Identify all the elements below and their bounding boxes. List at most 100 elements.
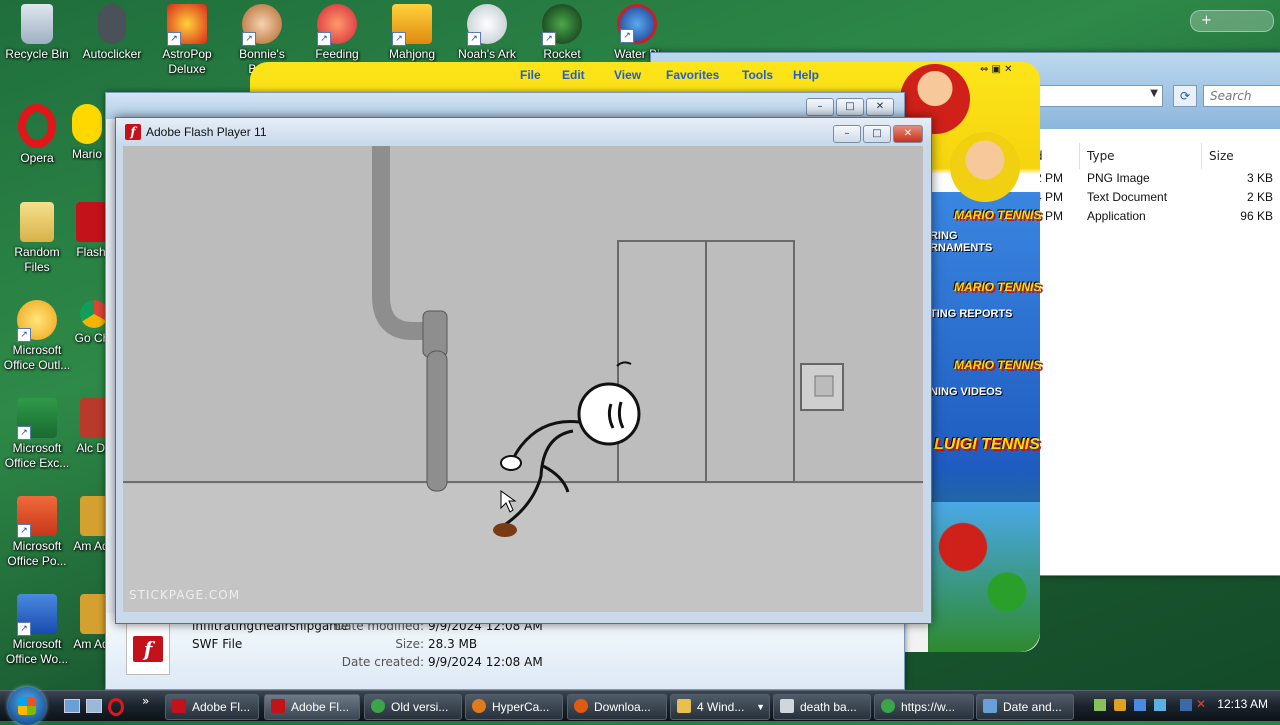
desktop-icon-word[interactable]: ↗ Microsoft Office Wo... [0, 594, 74, 667]
water-icon: ↗ [617, 4, 657, 44]
game-stage[interactable]: STICKPAGE.COM [123, 146, 923, 612]
refresh-icon[interactable]: ⟳ [1173, 85, 1197, 107]
tile-caption: TING REPORTS [930, 308, 1013, 320]
desktop-icon-astropop[interactable]: ↗ AstroPop Deluxe [150, 4, 224, 77]
flash-icon [271, 699, 285, 713]
tray-app-icon[interactable] [1094, 699, 1106, 711]
desktop-icon-label: AstroPop Deluxe [162, 47, 212, 76]
desktop-icon-label: Opera [20, 151, 54, 165]
menu-file[interactable]: File [520, 68, 541, 82]
file-row[interactable]: 2 PM PNG Image 3 KB [1035, 171, 1280, 189]
menu-view[interactable]: View [614, 68, 641, 82]
size-label: Size: [395, 637, 424, 651]
stickpage-watermark: STICKPAGE.COM [129, 588, 241, 602]
taskbar-button-label: 4 Wind... [697, 700, 745, 714]
taskbar-button-label: Old versi... [391, 700, 449, 714]
close-button[interactable]: ✕ [893, 125, 923, 143]
desktop-icon-label: Microsoft Office Exc... [4, 441, 70, 470]
taskbar: » Adobe Fl... Adobe Fl... Old versi... H… [0, 687, 1280, 725]
gadget-controls[interactable]: + [1190, 10, 1274, 32]
menu-tile[interactable]: MARIO TENNIS RING RNAMENTS [930, 202, 1042, 272]
taskbar-button-windows-group[interactable]: 4 Wind... ▼ [670, 694, 770, 720]
tray-app-icon[interactable] [1134, 699, 1146, 711]
desktop-icon-label: Rocket [543, 47, 581, 61]
rocket-icon: ↗ [542, 4, 582, 46]
desktop-icon-mahjong[interactable]: ↗ Mahjong [375, 4, 449, 62]
shortcut-arrow-icon: ↗ [17, 622, 31, 636]
mario-window-controls[interactable]: ⇔ ▣ ✕ [980, 64, 1028, 76]
opera-icon[interactable] [108, 698, 124, 716]
opera-icon [18, 104, 56, 148]
show-desktop-icon[interactable] [64, 699, 80, 713]
desktop-icon-noahs-ark[interactable]: ↗ Noah's Ark [450, 4, 524, 62]
menu-tile[interactable]: MARIO TENNIS TING REPORTS [930, 274, 1042, 344]
menu-favorites[interactable]: Favorites [666, 68, 719, 82]
maximize-button[interactable]: □ [863, 125, 891, 143]
size-value: 28.3 MB [428, 637, 478, 651]
taskbar-button-date-and[interactable]: Date and... [976, 694, 1074, 720]
tray-app-icon[interactable] [1154, 699, 1166, 711]
file-window-titlebar: – □ ✕ [106, 93, 904, 119]
desktop-icon-autoclicker[interactable]: Autoclicker [75, 4, 149, 62]
desktop-icon-feeding[interactable]: ↗ Feeding [300, 4, 374, 62]
powerpoint-icon: ↗ [17, 496, 57, 538]
tile-logo: MARIO TENNIS [954, 208, 1042, 222]
shortcut-arrow-icon: ↗ [620, 29, 634, 43]
taskbar-button-downloads[interactable]: Downloa... [567, 694, 667, 720]
windows-logo-icon [18, 697, 36, 715]
taskbar-button-https[interactable]: https://w... [874, 694, 974, 720]
column-header-type[interactable]: Type [1087, 145, 1115, 167]
desktop-icon-outlook[interactable]: ↗ Microsoft Office Outl... [0, 300, 74, 373]
switch-windows-icon[interactable] [86, 699, 102, 713]
maximize-button[interactable]: □ [836, 98, 864, 116]
mouse-icon [98, 4, 126, 44]
bonnie-icon: ↗ [242, 4, 282, 46]
taskbar-button-hypercam[interactable]: HyperCa... [465, 694, 563, 720]
minimize-button[interactable]: – [833, 125, 861, 143]
taskbar-button-flash-1[interactable]: Adobe Fl... [165, 694, 259, 720]
window-title: Adobe Flash Player 11 [146, 125, 267, 139]
flash-player-window[interactable]: f Adobe Flash Player 11 – □ ✕ STICKPAGE.… [115, 117, 932, 624]
taskbar-button-label: Adobe Fl... [192, 700, 251, 714]
add-gadget-icon[interactable]: + [1201, 11, 1212, 30]
menu-help[interactable]: Help [793, 68, 819, 82]
column-separator [1201, 143, 1202, 169]
taskbar-button-flash-2[interactable]: Adobe Fl... [264, 694, 360, 720]
menu-tile[interactable]: LUIGI TENNIS [930, 428, 1042, 498]
network-icon[interactable] [1180, 699, 1192, 711]
flash-titlebar[interactable]: f Adobe Flash Player 11 – □ ✕ [116, 118, 931, 146]
desktop-icon-label: Mahjong [388, 47, 436, 61]
close-button[interactable]: ✕ [866, 98, 894, 116]
shortcut-arrow-icon: ↗ [167, 32, 181, 46]
chevron-down-icon[interactable]: ▼ [1150, 88, 1158, 99]
taskbar-button-death-ba[interactable]: death ba... [773, 694, 871, 720]
volume-muted-icon[interactable]: ✕ [1196, 697, 1206, 711]
chevron-more-icon[interactable]: » [142, 694, 149, 708]
shortcut-arrow-icon: ↗ [392, 32, 406, 46]
file-row[interactable]: 4 PM Text Document 2 KB [1035, 190, 1280, 208]
start-button[interactable] [8, 687, 46, 725]
system-tray: ✕ [1090, 697, 1210, 715]
hypercam-icon [472, 699, 486, 713]
column-header-size[interactable]: Size [1209, 145, 1234, 167]
desktop-icon-recycle-bin[interactable]: Recycle Bin [0, 4, 74, 62]
menu-edit[interactable]: Edit [562, 68, 585, 82]
mario-characters-art [930, 502, 1040, 652]
file-row[interactable]: 2 PM Application 96 KB [1035, 209, 1280, 227]
clock[interactable]: 12:13 AM [1217, 697, 1268, 711]
search-input[interactable]: Search [1203, 85, 1280, 107]
desktop-icon-random-files[interactable]: Random Files [0, 202, 74, 275]
tray-shield-icon[interactable] [1114, 699, 1126, 711]
taskbar-button-label: Adobe Fl... [291, 700, 350, 714]
minimize-button[interactable]: – [806, 98, 834, 116]
astropop-icon: ↗ [167, 4, 207, 46]
menu-tile[interactable]: MARIO TENNIS NING VIDEOS [930, 352, 1042, 422]
taskbar-button-old-versions[interactable]: Old versi... [364, 694, 462, 720]
menu-tools[interactable]: Tools [742, 68, 773, 82]
swf-file-icon: f [126, 623, 170, 675]
address-bar[interactable]: ▼ [1031, 85, 1163, 107]
desktop-icon-label: Feeding [315, 47, 359, 61]
desktop-icon-excel[interactable]: ↗ Microsoft Office Exc... [0, 398, 74, 471]
desktop-icon-rocket[interactable]: ↗ Rocket [525, 4, 599, 62]
desktop-icon-powerpoint[interactable]: ↗ Microsoft Office Po... [0, 496, 74, 569]
